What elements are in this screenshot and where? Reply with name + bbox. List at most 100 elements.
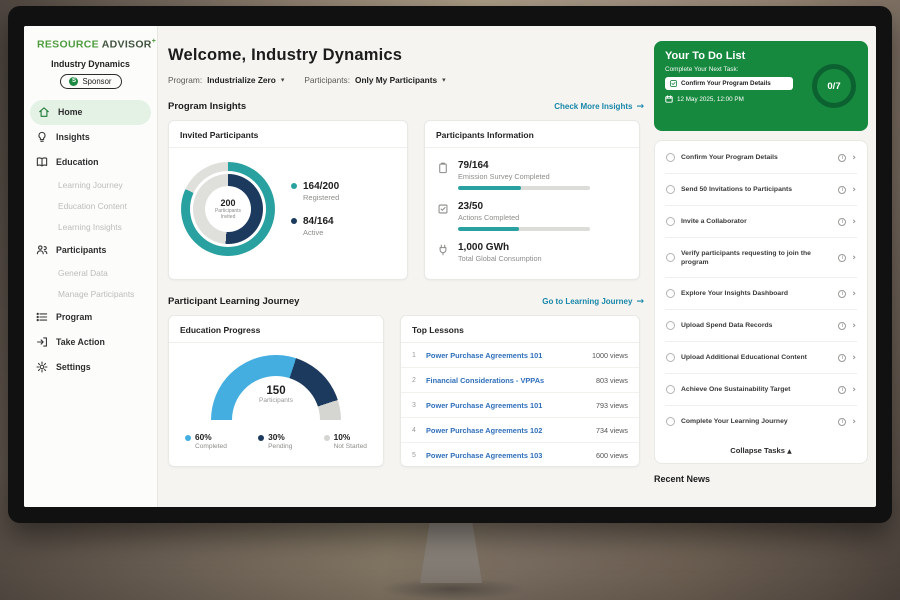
next-task-label: Confirm Your Program Details — [681, 80, 771, 87]
chevron-right-icon[interactable]: › — [852, 417, 856, 427]
logo-advisor: ADVISOR — [102, 39, 152, 51]
todo-task-row[interactable]: Achieve One Sustainability Target i › — [665, 374, 857, 406]
checkbox-icon[interactable] — [666, 353, 675, 362]
sidebar-item-participants[interactable]: Participants — [24, 238, 157, 263]
lesson-views: 803 views — [596, 376, 628, 385]
lesson-link[interactable]: Power Purchase Agreements 102 — [426, 426, 588, 435]
chevron-right-icon[interactable]: › — [852, 153, 856, 163]
sidebar-menu: Home Insights Education Learning Journey… — [24, 100, 157, 380]
logo-resource: RESOURCE — [37, 39, 99, 51]
gear-icon — [36, 361, 48, 373]
info-icon[interactable]: i — [838, 186, 846, 194]
lesson-views: 793 views — [596, 401, 628, 410]
sidebar-item-label: Program — [56, 312, 92, 322]
checkbox-icon[interactable] — [666, 321, 675, 330]
info-value: 79/164 — [458, 160, 590, 171]
sidebar-item-take-action[interactable]: Take Action — [24, 330, 157, 355]
sidebar-item-education[interactable]: Education — [24, 150, 157, 175]
checkbox-icon[interactable] — [666, 289, 675, 298]
info-icon[interactable]: i — [838, 290, 846, 298]
legend-label: Active — [303, 228, 334, 237]
checklist-icon — [437, 202, 449, 214]
info-icon[interactable]: i — [838, 418, 846, 426]
lesson-rank: 5 — [412, 452, 418, 459]
info-icon[interactable]: i — [838, 354, 846, 362]
go-to-learning-journey-link[interactable]: Go to Learning Journey → — [542, 297, 644, 307]
sidebar-item-education-content[interactable]: Education Content — [24, 196, 157, 217]
todo-task-row[interactable]: Verify participants requesting to join t… — [665, 238, 857, 278]
section-title-program-insights: Program Insights — [168, 101, 246, 112]
task-label: Explore Your Insights Dashboard — [681, 289, 832, 298]
info-icon[interactable]: i — [838, 218, 846, 226]
sponsor-label: Sponsor — [82, 77, 111, 86]
task-label: Verify participants requesting to join t… — [681, 249, 832, 267]
link-label: Check More Insights — [554, 102, 632, 111]
todo-task-row[interactable]: Complete Your Learning Journey i › — [665, 406, 857, 437]
collapse-tasks-link[interactable]: Collapse Tasks ▲ — [665, 437, 857, 463]
sidebar-item-learning-journey[interactable]: Learning Journey — [24, 175, 157, 196]
check-more-insights-link[interactable]: Check More Insights → — [554, 102, 644, 112]
sidebar-item-manage-participants[interactable]: Manage Participants — [24, 284, 157, 305]
participants-filter[interactable]: Participants: Only My Participants ▾ — [304, 75, 445, 85]
lesson-row: 3 Power Purchase Agreements 101 793 view… — [401, 393, 639, 418]
filter-label: Program: — [168, 75, 202, 85]
todo-task-row[interactable]: Upload Additional Educational Content i … — [665, 342, 857, 374]
sidebar-item-general-data[interactable]: General Data — [24, 263, 157, 284]
info-label: Actions Completed — [458, 213, 590, 222]
lesson-link[interactable]: Power Purchase Agreements 101 — [426, 401, 588, 410]
lesson-link[interactable]: Power Purchase Agreements 101 — [426, 351, 584, 360]
info-icon[interactable]: i — [838, 386, 846, 394]
invited-participants-card: Invited Participants 200 Participants In… — [168, 120, 408, 280]
task-label: Upload Additional Educational Content — [681, 353, 832, 362]
info-icon[interactable]: i — [838, 154, 846, 162]
next-task-pill[interactable]: Confirm Your Program Details — [665, 77, 793, 90]
lesson-rank: 4 — [412, 427, 418, 434]
todo-task-row[interactable]: Send 50 Invitations to Participants i › — [665, 174, 857, 206]
donut-legend: 164/200 Registered 84/164 Active — [291, 181, 339, 237]
sidebar-item-home[interactable]: Home — [30, 100, 151, 125]
main-content: Welcome, Industry Dynamics Program: Indu… — [168, 26, 644, 507]
chevron-right-icon[interactable]: › — [852, 217, 856, 227]
sidebar-item-learning-insights[interactable]: Learning Insights — [24, 217, 157, 238]
book-icon — [36, 156, 48, 168]
sidebar-item-settings[interactable]: Settings — [24, 355, 157, 380]
list-icon — [36, 311, 48, 323]
progress-bar — [458, 227, 590, 231]
legend-pct: 30% — [268, 432, 285, 442]
chevron-right-icon[interactable]: › — [852, 289, 856, 299]
todo-task-row[interactable]: Upload Spend Data Records i › — [665, 310, 857, 342]
arrow-action-icon — [36, 336, 48, 348]
checkbox-icon[interactable] — [666, 217, 675, 226]
checkbox-icon[interactable] — [666, 253, 675, 262]
legend-pct: 10% — [334, 432, 351, 442]
sidebar-item-program[interactable]: Program — [24, 305, 157, 330]
chevron-right-icon[interactable]: › — [852, 385, 856, 395]
checkbox-icon[interactable] — [666, 185, 675, 194]
chevron-right-icon[interactable]: › — [852, 353, 856, 363]
info-icon[interactable]: i — [838, 322, 846, 330]
info-row-consumption: 1,000 GWh Total Global Consumption — [437, 242, 627, 263]
chevron-right-icon[interactable]: › — [852, 253, 856, 263]
legend-dot-active — [291, 218, 297, 224]
todo-task-row[interactable]: Explore Your Insights Dashboard i › — [665, 278, 857, 310]
legend-item-registered: 164/200 Registered — [291, 181, 339, 202]
chevron-right-icon[interactable]: › — [852, 185, 856, 195]
info-icon[interactable]: i — [838, 254, 846, 262]
participants-information-card: Participants Information 79/164 Emission… — [424, 120, 640, 280]
chevron-right-icon[interactable]: › — [852, 321, 856, 331]
task-label: Complete Your Learning Journey — [681, 417, 832, 426]
arrow-right-icon: → — [636, 102, 644, 112]
lesson-link[interactable]: Financial Considerations - VPPAs — [426, 376, 588, 385]
task-label: Upload Spend Data Records — [681, 321, 832, 330]
sidebar-item-insights[interactable]: Insights — [24, 125, 157, 150]
todo-task-row[interactable]: Confirm Your Program Details i › — [665, 142, 857, 174]
program-filter[interactable]: Program: Industrialize Zero ▾ — [168, 75, 284, 85]
lesson-link[interactable]: Power Purchase Agreements 103 — [426, 451, 588, 460]
todo-task-row[interactable]: Invite a Collaborator i › — [665, 206, 857, 238]
card-title: Invited Participants — [169, 121, 407, 148]
checkbox-icon[interactable] — [666, 385, 675, 394]
due-date-text: 12 May 2025, 12:00 PM — [677, 96, 744, 103]
checkbox-icon[interactable] — [666, 153, 675, 162]
checkbox-icon[interactable] — [666, 417, 675, 426]
sponsor-badge[interactable]: S Sponsor — [60, 74, 122, 89]
